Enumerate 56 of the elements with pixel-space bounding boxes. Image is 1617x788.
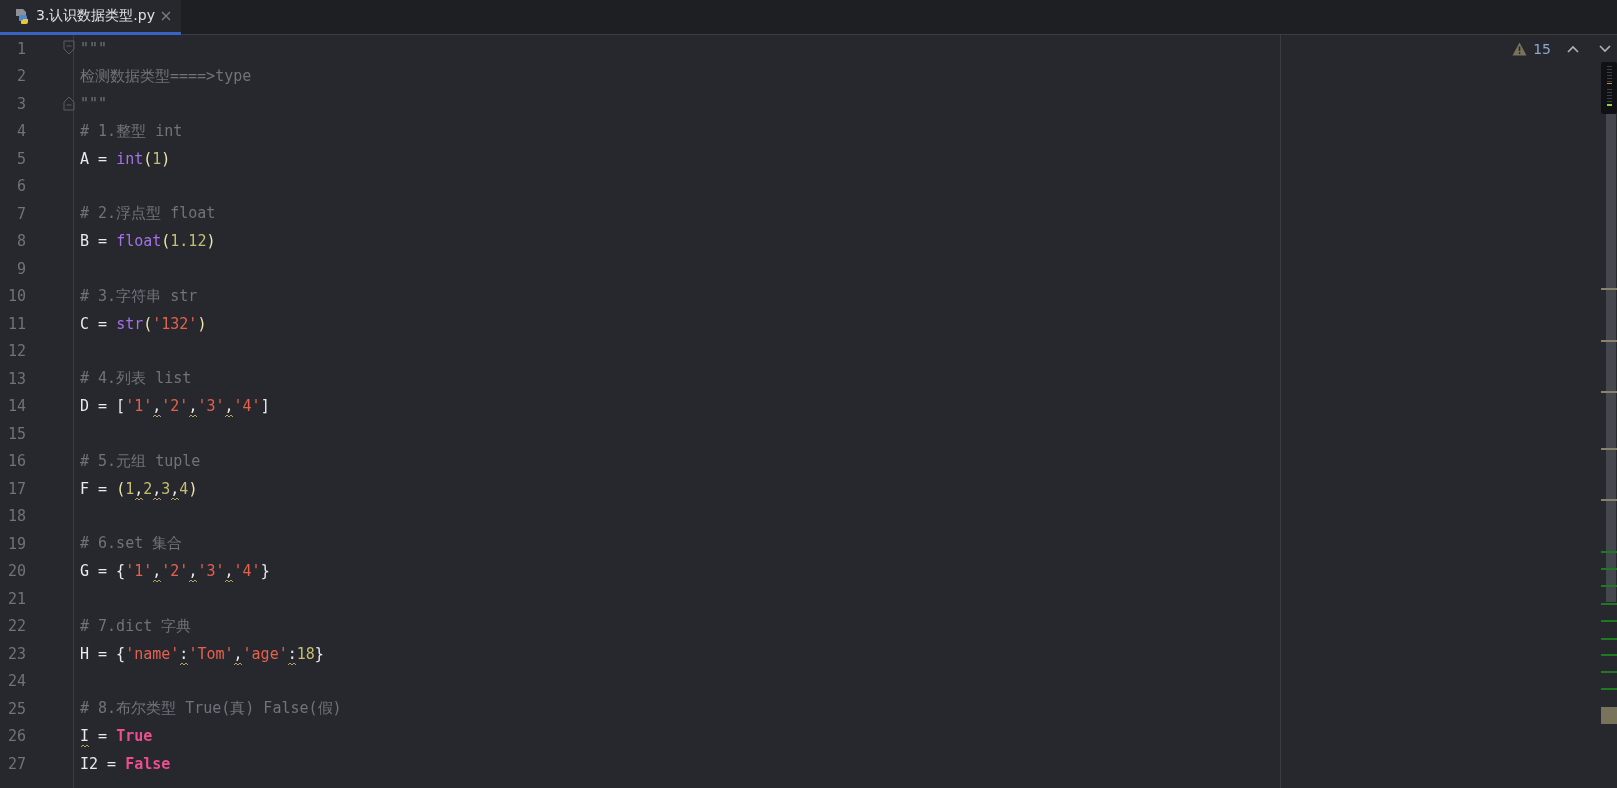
fold-icon[interactable] [63, 95, 75, 111]
line-number: 27 [6, 754, 26, 773]
code-line: 检测数据类型====>type [80, 65, 253, 87]
code-line: B = float(1.12) [80, 231, 217, 253]
code-line: I = True [80, 722, 1280, 750]
code-line: F = (1,2,3,4) [80, 475, 1280, 503]
line-number: 21 [6, 589, 26, 608]
line-number: 8 [15, 232, 26, 251]
chevron-up-icon[interactable] [1567, 45, 1579, 53]
fold-icon[interactable] [63, 40, 75, 56]
line-number: 3 [15, 94, 26, 113]
line-number: 9 [15, 259, 26, 278]
line-number: 19 [6, 534, 26, 553]
code-line: A = int(1) [80, 148, 172, 170]
code-line: D = ['1','2','3','4'] [80, 392, 1280, 420]
line-number: 20 [6, 562, 26, 581]
code-line: """ [80, 38, 109, 60]
code-line: I2 = False [80, 753, 172, 775]
code-line: # 6.set 集合 [80, 533, 184, 555]
code-line: # 8.布尔类型 True(真) False(假) [80, 698, 343, 720]
code-line: # 7.dict 字典 [80, 615, 193, 637]
line-number: 2 [15, 67, 26, 86]
line-number: 13 [6, 369, 26, 388]
line-number: 14 [6, 397, 26, 416]
code-line: # 1.整型 int [80, 120, 184, 142]
line-number: 17 [6, 479, 26, 498]
code-line: G = {'1','2','3','4'} [80, 557, 1280, 585]
line-number: 5 [15, 149, 26, 168]
line-number: 23 [6, 644, 26, 663]
line-number: 10 [6, 287, 26, 306]
close-icon[interactable] [161, 11, 171, 21]
line-number: 7 [15, 204, 26, 223]
code-line: # 2.浮点型 float [80, 203, 217, 225]
line-number: 22 [6, 617, 26, 636]
file-tab[interactable]: 3.认识数据类型.py [0, 0, 181, 35]
line-number: 16 [6, 452, 26, 471]
line-number: 15 [6, 424, 26, 443]
line-number: 26 [6, 727, 26, 746]
line-number: 18 [6, 507, 26, 526]
code-line: """ [80, 93, 109, 115]
code-line: # 5.元组 tuple [80, 450, 202, 472]
line-number: 11 [6, 314, 26, 333]
code-line: C = str('132') [80, 313, 208, 335]
warning-count: 15 [1533, 41, 1551, 57]
code-line: # 4.列表 list [80, 368, 193, 390]
line-number: 1 [15, 39, 26, 58]
code-line: H = {'name':'Tom','age':18} [80, 640, 1280, 668]
chevron-down-icon[interactable] [1599, 45, 1611, 53]
line-number: 25 [6, 699, 26, 718]
line-number: 6 [15, 177, 26, 196]
code-line: # 3.字符串 str [80, 285, 199, 307]
line-number: 4 [15, 122, 26, 141]
python-file-icon [14, 7, 30, 25]
line-number: 24 [6, 672, 26, 691]
warning-icon[interactable] [1512, 42, 1528, 56]
line-number: 12 [6, 342, 26, 361]
